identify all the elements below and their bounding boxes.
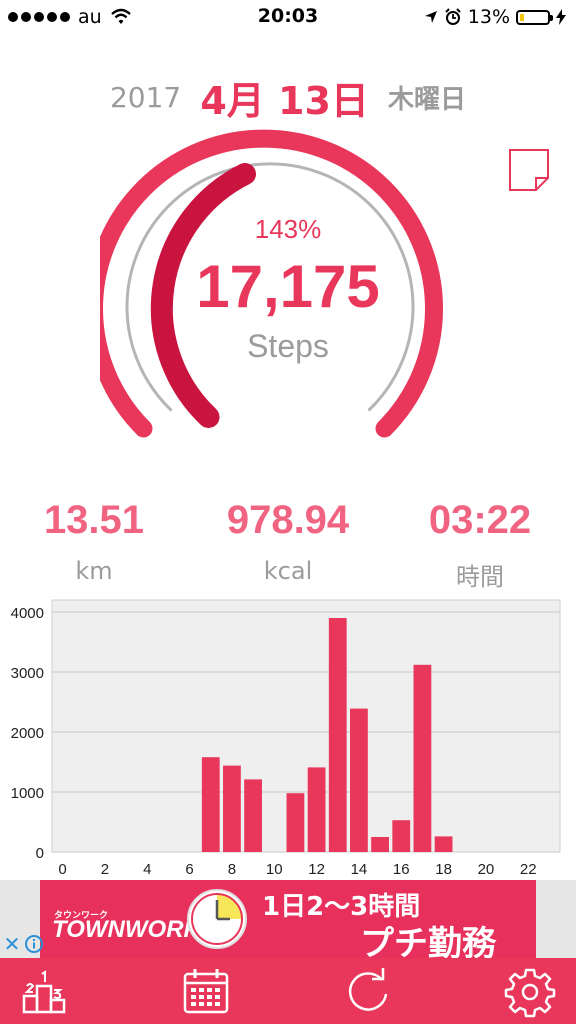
location-arrow-icon (424, 11, 437, 23)
chart-bar (350, 708, 368, 852)
clock-icon (187, 889, 247, 949)
chart-bar (328, 618, 347, 852)
chart-x-tick-label: 12 (308, 861, 325, 878)
calendar-icon[interactable] (180, 966, 232, 1018)
battery-percent: 13% (467, 6, 510, 28)
chart-bar (392, 820, 411, 852)
chart-x-tick-label: 22 (520, 861, 537, 878)
ad-banner[interactable]: タウンワーク TOWNWORK 1日2〜3時間 プチ勤務 (0, 880, 576, 958)
chart-bar (286, 793, 305, 852)
refresh-icon[interactable] (342, 966, 394, 1018)
chart-bar (244, 779, 262, 852)
chart-x-tick-label: 2 (101, 861, 109, 878)
chart-bar (434, 836, 453, 852)
chart-x-tick-label: 0 (58, 861, 66, 878)
ad-tagline: プチ勤務 (360, 924, 496, 958)
chart-bar (371, 837, 389, 852)
duration-unit: 時間 (456, 563, 504, 591)
goal-percent: 143% (254, 214, 322, 244)
chart-y-tick-label: 4000 (11, 605, 44, 622)
note-icon[interactable] (508, 148, 550, 192)
chart-bar (201, 757, 220, 852)
step-count-label: Steps (247, 328, 329, 364)
distance-value: 13.51 (43, 498, 145, 542)
date-year: 2017 (109, 81, 182, 114)
stats-row: 13.51 km 978.94 kcal 03:22 時間 (0, 498, 576, 591)
chart-bar (413, 664, 432, 852)
tab-bar (0, 958, 576, 1024)
duration-value: 03:22 (428, 498, 532, 542)
chart-y-tick-label: 1000 (11, 785, 44, 802)
chart-y-tick-label: 2000 (11, 725, 44, 742)
date-month-day: 4月 13日 (200, 79, 369, 123)
calories-value: 978.94 (226, 498, 350, 542)
ad-brand: TOWNWORK (52, 916, 201, 943)
calories-unit: kcal (263, 557, 313, 585)
hourly-steps-chart: 0 1000 2000 3000 4000 0 2 4 6 8 10 12 14 16 18 20 22 (11, 599, 561, 878)
chart-bar (307, 767, 326, 852)
ranking-icon[interactable] (20, 966, 72, 1018)
chart-x-tick-label: 8 (228, 861, 236, 878)
battery-icon (516, 9, 553, 25)
date-weekday: 木曜日 (388, 85, 467, 115)
chart-x-tick-label: 10 (266, 861, 283, 878)
chart-x-tick-label: 20 (478, 861, 495, 878)
ad-info-icon[interactable] (24, 934, 44, 954)
charging-bolt-icon (556, 9, 566, 25)
chart-x-tick-label: 4 (143, 861, 151, 878)
chart-y-tick-label: 3000 (11, 665, 44, 682)
chart-x-tick-label: 6 (185, 861, 193, 878)
chart-x-tick-label: 14 (351, 861, 368, 878)
alarm-icon (445, 8, 461, 25)
chart-bar (223, 765, 241, 852)
chart-y-tick-label: 0 (36, 845, 44, 862)
status-bar: au 20:03 13% (0, 0, 576, 34)
date-header[interactable]: 2017 4月 13日 木曜日 (0, 70, 576, 125)
distance-stat: 13.51 km (0, 498, 194, 585)
calories-stat: 978.94 kcal (188, 498, 388, 585)
distance-unit: km (75, 557, 113, 585)
ad-creative[interactable]: タウンワーク TOWNWORK 1日2〜3時間 プチ勤務 (40, 880, 536, 958)
chart-x-tick-label: 16 (393, 861, 410, 878)
ad-close-icon[interactable]: ✕ (2, 934, 22, 956)
step-count: 17,175 (196, 253, 380, 320)
settings-gear-icon[interactable] (504, 966, 556, 1018)
chart-plot-area (51, 599, 561, 853)
duration-stat: 03:22 時間 (380, 498, 576, 592)
chart-x-tick-label: 18 (435, 861, 452, 878)
status-right: 13% (424, 6, 566, 28)
